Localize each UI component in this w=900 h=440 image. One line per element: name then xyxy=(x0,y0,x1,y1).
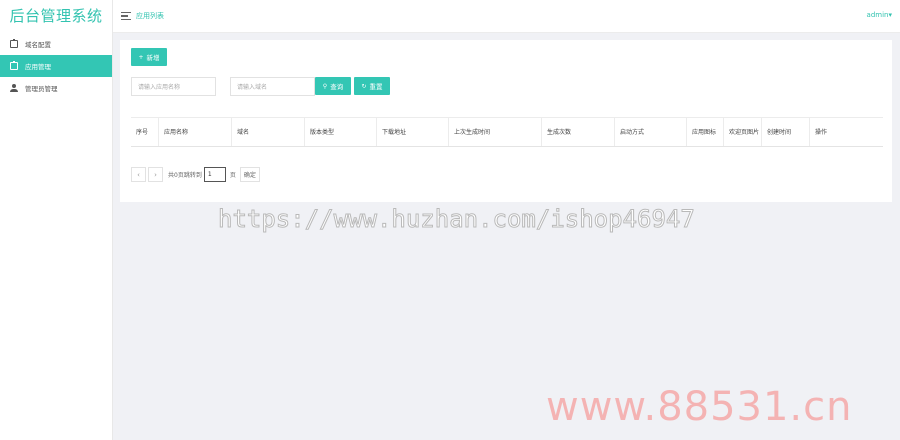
sidebar-item-domain-config[interactable]: 域名配置 xyxy=(0,33,112,55)
menu-toggle-icon[interactable] xyxy=(121,12,131,20)
sidebar: 后台管理系统 域名配置 应用管理 管理员管理 xyxy=(0,0,113,440)
column-header-last-generated[interactable]: 上次生成时间 xyxy=(449,118,542,146)
column-header-created-at[interactable]: 创建时间 xyxy=(762,118,810,146)
reset-button-label: 重置 xyxy=(369,83,383,91)
sidebar-item-app-management[interactable]: 应用管理 xyxy=(0,55,112,77)
sidebar-item-admin-management[interactable]: 管理员管理 xyxy=(0,77,112,99)
add-button-label: 新增 xyxy=(146,54,160,62)
user-menu-dropdown[interactable]: admin▾ xyxy=(867,11,892,19)
column-header-index[interactable]: 序号 xyxy=(131,118,159,146)
page-jump-input[interactable]: 1 xyxy=(203,167,226,182)
url-watermark: https://www.huzhan.com/ishop46947 xyxy=(218,205,696,234)
clipboard-icon xyxy=(10,39,18,48)
column-header-launch-mode[interactable]: 启动方式 xyxy=(615,118,687,146)
search-button[interactable]: ⚲ 查询 xyxy=(315,77,351,95)
column-header-version-type[interactable]: 版本类型 xyxy=(305,118,377,146)
app-table-header: 序号 应用名称 域名 版本类型 下载地址 上次生成时间 生成次数 启动方式 应用… xyxy=(131,117,883,147)
reset-button[interactable]: ↻ 重置 xyxy=(354,77,390,95)
refresh-icon: ↻ xyxy=(361,82,367,90)
page-summary: 共0页跳转到 xyxy=(168,172,202,179)
top-bar: 应用列表 admin▾ xyxy=(113,0,900,33)
column-header-app-icon[interactable]: 应用图标 xyxy=(687,118,724,146)
page-unit-label: 页 xyxy=(229,172,236,179)
domain-search-input[interactable]: 请输入域名 xyxy=(230,77,315,96)
clipboard-icon xyxy=(10,61,18,70)
sidebar-item-label: 域名配置 xyxy=(25,41,51,49)
column-header-generate-count[interactable]: 生成次数 xyxy=(542,118,615,146)
breadcrumb[interactable]: 应用列表 xyxy=(136,11,164,21)
pagination: ‹ › 共0页跳转到 1 页 确定 xyxy=(131,167,260,182)
column-header-welcome-image[interactable]: 欢迎页图片 xyxy=(724,118,762,146)
column-header-download-url[interactable]: 下载地址 xyxy=(377,118,449,146)
user-icon xyxy=(10,84,18,92)
add-button[interactable]: + 新增 xyxy=(131,48,167,66)
search-button-label: 查询 xyxy=(330,83,344,91)
column-header-domain[interactable]: 域名 xyxy=(232,118,305,146)
search-icon: ⚲ xyxy=(322,82,328,90)
app-logo-title[interactable]: 后台管理系统 xyxy=(0,0,112,33)
column-header-actions[interactable]: 操作 xyxy=(810,118,883,146)
app-name-search-input[interactable]: 请输入应用名称 xyxy=(131,77,216,96)
column-header-app-name[interactable]: 应用名称 xyxy=(159,118,232,146)
sidebar-item-label: 应用管理 xyxy=(25,63,51,71)
page-jump-confirm-button[interactable]: 确定 xyxy=(239,167,260,182)
sidebar-item-label: 管理员管理 xyxy=(25,85,58,93)
prev-page-button[interactable]: ‹ xyxy=(131,167,146,182)
content-card: + 新增 请输入应用名称 请输入域名 ⚲ 查询 ↻ 重置 序号 应用名称 域名 … xyxy=(120,40,892,202)
site-watermark: www.88531.cn xyxy=(546,384,853,430)
next-page-button[interactable]: › xyxy=(148,167,163,182)
plus-icon: + xyxy=(138,53,144,61)
